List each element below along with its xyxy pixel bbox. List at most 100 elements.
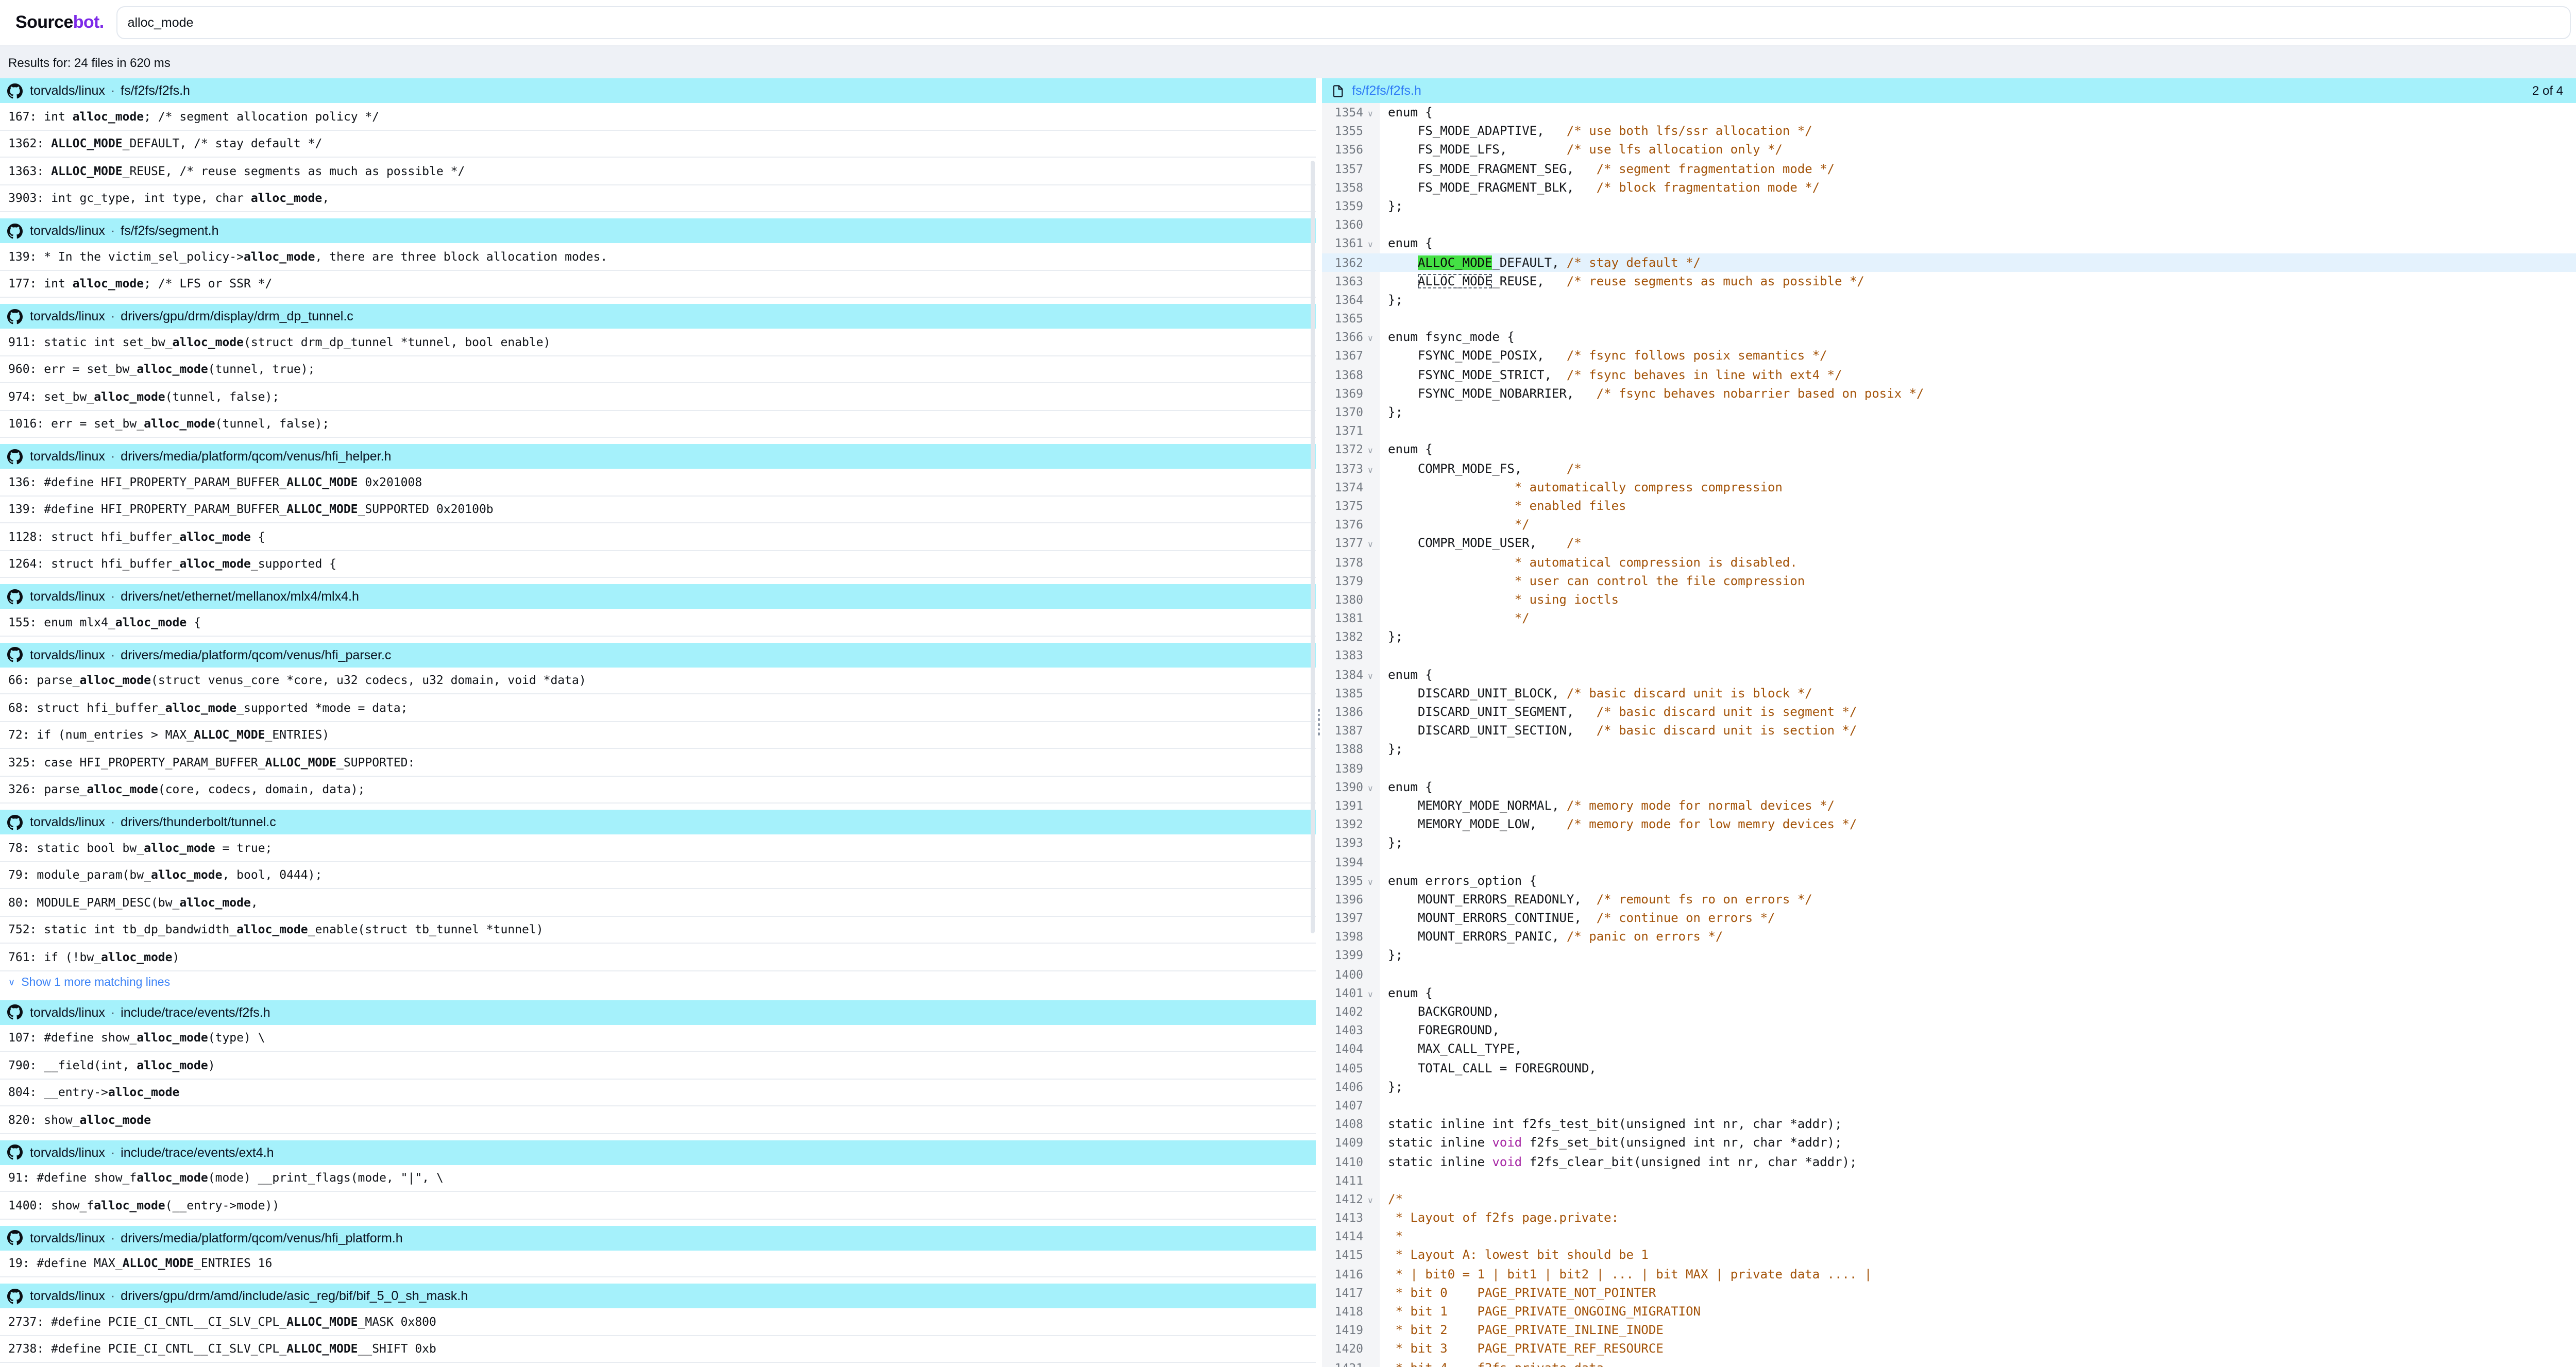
match-line[interactable]: 68: struct hfi_buffer_alloc_mode_support… (0, 694, 1316, 722)
match-highlight: alloc_mode (87, 782, 158, 797)
match-line[interactable]: 2738: #define PCIE_CI_CNTL__CI_SLV_CPL_A… (0, 1336, 1316, 1363)
show-more-matches-link[interactable]: ∨Show 1 more matching lines (0, 971, 1316, 994)
match-line[interactable]: 1362: ALLOC_MODE_DEFAULT, /* stay defaul… (0, 130, 1316, 158)
code-line: 1388}; (1322, 740, 2576, 759)
line-number: 1369 (1322, 384, 1365, 403)
match-line[interactable]: 78: static bool bw_alloc_mode = true; (0, 834, 1316, 862)
match-highlight: alloc_mode (137, 1058, 208, 1072)
match-line[interactable]: 155: enum mlx4_alloc_mode { (0, 609, 1316, 636)
match-highlight: alloc_mode (137, 362, 208, 377)
file-group-header[interactable]: torvalds/linux · include/trace/events/f2… (0, 1000, 1316, 1024)
match-line[interactable]: 804: __entry->alloc_mode (0, 1079, 1316, 1106)
fold-chevron-icon[interactable]: ∨ (1367, 105, 1374, 124)
code-line: 1417 * bit 0 PAGE_PRIVATE_NOT_POINTER (1322, 1284, 2576, 1302)
sourcebot-logo[interactable]: Sourcebot. (0, 12, 116, 33)
file-group-header[interactable]: torvalds/linux · fs/f2fs/segment.h (0, 218, 1316, 243)
preview-panel: fs/f2fs/f2fs.h 2 of 4 ↑ ↓ × 1354∨enum {1… (1322, 78, 2576, 1367)
results-scrollbar[interactable] (1311, 161, 1315, 933)
file-group-header[interactable]: torvalds/linux · drivers/gpu/drm/amd/inc… (0, 1284, 1316, 1308)
line-number: 1406 (1322, 1078, 1365, 1096)
match-line[interactable]: 974: set_bw_alloc_mode(tunnel, false); (0, 383, 1316, 411)
code-line: 1368 FSYNC_MODE_STRICT, /* fsync behaves… (1322, 365, 2576, 384)
fold-chevron-icon[interactable]: ∨ (1367, 667, 1374, 686)
match-line[interactable]: 107: #define show_alloc_mode(type) \ (0, 1024, 1316, 1052)
file-group-header[interactable]: torvalds/linux · drivers/thunderbolt/tun… (0, 810, 1316, 834)
file-group-header[interactable]: torvalds/linux · drivers/media/platform/… (0, 444, 1316, 469)
file-group-header[interactable]: torvalds/linux · drivers/media/platform/… (0, 1225, 1316, 1250)
match-line[interactable]: 80: MODULE_PARM_DESC(bw_alloc_mode, (0, 889, 1316, 916)
comment: /* memory mode for low memry devices */ (1567, 817, 1857, 831)
comment: * (1388, 1229, 1403, 1244)
code-line: 1369 FSYNC_MODE_NOBARRIER, /* fsync beha… (1322, 384, 2576, 403)
match-line[interactable]: 66: parse_alloc_mode(struct venus_core *… (0, 667, 1316, 694)
match-line[interactable]: 139: * In the victim_sel_policy->alloc_m… (0, 243, 1316, 270)
match-line[interactable]: 1363: ALLOC_MODE_REUSE, /* reuse segment… (0, 158, 1316, 185)
match-line[interactable]: 1016: err = set_bw_alloc_mode(tunnel, fa… (0, 411, 1316, 438)
line-number: 1358 (1322, 178, 1365, 197)
keyword: void (1492, 1136, 1522, 1150)
match-line[interactable]: 177: int alloc_mode; /* LFS or SSR */ (0, 270, 1316, 298)
fold-chevron-icon[interactable]: ∨ (1367, 1192, 1374, 1210)
match-line[interactable]: 72: if (num_entries > MAX_ALLOC_MODE_ENT… (0, 722, 1316, 749)
code-line: 1408static inline int f2fs_test_bit(unsi… (1322, 1115, 2576, 1133)
match-line[interactable]: 1128: struct hfi_buffer_alloc_mode { (0, 523, 1316, 551)
match-line[interactable]: 820: show_alloc_mode (0, 1106, 1316, 1134)
match-highlight: ALLOC_MODE (194, 728, 265, 742)
match-line[interactable]: 19: #define MAX_ALLOC_MODE_ENTRIES 16 (0, 1250, 1316, 1277)
fold-chevron-icon[interactable]: ∨ (1367, 986, 1374, 1004)
fold-chevron-icon[interactable]: ∨ (1367, 236, 1374, 255)
line-number: 1395 (1322, 871, 1365, 890)
preview-file-name[interactable]: fs/f2fs/f2fs.h (1352, 83, 1421, 98)
line-number: 1404 (1322, 1040, 1365, 1058)
match-line[interactable]: 91: #define show_falloc_mode(mode) __pri… (0, 1165, 1316, 1192)
main-split: torvalds/linux · fs/f2fs/f2fs.h167: int … (0, 78, 2576, 1367)
github-icon (7, 309, 23, 324)
file-group-header[interactable]: torvalds/linux · drivers/media/platform/… (0, 642, 1316, 667)
file-group-header[interactable]: torvalds/linux · include/trace/events/ex… (0, 1140, 1316, 1165)
resize-grip-icon[interactable] (1316, 707, 1322, 738)
file-group-header[interactable]: torvalds/linux · drivers/net/ethernet/me… (0, 584, 1316, 609)
match-line[interactable]: 761: if (!bw_alloc_mode) (0, 944, 1316, 971)
comment: * user can control the file compression (1388, 573, 1805, 588)
match-highlight: ALLOC_MODE (286, 502, 358, 517)
line-number: 1388 (1322, 740, 1365, 759)
match-line[interactable]: 960: err = set_bw_alloc_mode(tunnel, tru… (0, 356, 1316, 383)
fold-chevron-icon[interactable]: ∨ (1367, 873, 1374, 892)
line-number: 1380 (1322, 590, 1365, 609)
fold-chevron-icon[interactable]: ∨ (1367, 442, 1374, 461)
comment: /* fsync behaves nobarrier based on posi… (1597, 386, 1924, 401)
fold-chevron-icon[interactable]: ∨ (1367, 330, 1374, 349)
line-number: 1386 (1322, 703, 1365, 721)
file-group-header[interactable]: torvalds/linux · drivers/gpu/drm/display… (0, 304, 1316, 329)
line-number: 1374 (1322, 478, 1365, 497)
match-line[interactable]: 911: static int set_bw_alloc_mode(struct… (0, 329, 1316, 356)
match-highlight: alloc_mode (94, 389, 165, 404)
code-lines: 1354∨enum {1355 FS_MODE_ADAPTIVE, /* use… (1322, 103, 2576, 1367)
match-line[interactable]: 1400: show_falloc_mode(__entry->mode)) (0, 1192, 1316, 1219)
fold-chevron-icon[interactable]: ∨ (1367, 536, 1374, 555)
github-icon (7, 647, 23, 662)
line-number: 1394 (1322, 852, 1365, 871)
match-line[interactable]: 136: #define HFI_PROPERTY_PARAM_BUFFER_A… (0, 469, 1316, 496)
line-number: 1361 (1322, 234, 1365, 253)
fold-chevron-icon[interactable]: ∨ (1367, 780, 1374, 798)
match-line[interactable]: 326: parse_alloc_mode(core, codecs, doma… (0, 776, 1316, 804)
line-number: 1399 (1322, 946, 1365, 965)
code-line: 1379 * user can control the file compres… (1322, 571, 2576, 590)
match-line[interactable]: 752: static int tb_dp_bandwidth_alloc_mo… (0, 916, 1316, 944)
search-input[interactable] (117, 7, 2570, 38)
code-line: 1366∨enum fsync_mode { (1322, 328, 2576, 347)
file-group-header[interactable]: torvalds/linux · fs/f2fs/f2fs.h (0, 78, 1316, 103)
panel-divider[interactable] (1316, 78, 1322, 1367)
code-line: 1413 * Layout of f2fs page.private: (1322, 1208, 2576, 1227)
match-line[interactable]: 1264: struct hfi_buffer_alloc_mode_suppo… (0, 551, 1316, 578)
result-file-group: torvalds/linux · drivers/media/platform/… (0, 1225, 1316, 1277)
fold-chevron-icon[interactable]: ∨ (1367, 461, 1374, 480)
match-line[interactable]: 2737: #define PCIE_CI_CNTL__CI_SLV_CPL_A… (0, 1308, 1316, 1336)
match-line[interactable]: 325: case HFI_PROPERTY_PARAM_BUFFER_ALLO… (0, 749, 1316, 776)
match-line[interactable]: 79: module_param(bw_alloc_mode, bool, 04… (0, 862, 1316, 889)
match-line[interactable]: 139: #define HFI_PROPERTY_PARAM_BUFFER_A… (0, 496, 1316, 523)
match-line[interactable]: 167: int alloc_mode; /* segment allocati… (0, 103, 1316, 130)
match-line[interactable]: 3903: int gc_type, int type, char alloc_… (0, 185, 1316, 212)
match-line[interactable]: 790: __field(int, alloc_mode) (0, 1052, 1316, 1079)
